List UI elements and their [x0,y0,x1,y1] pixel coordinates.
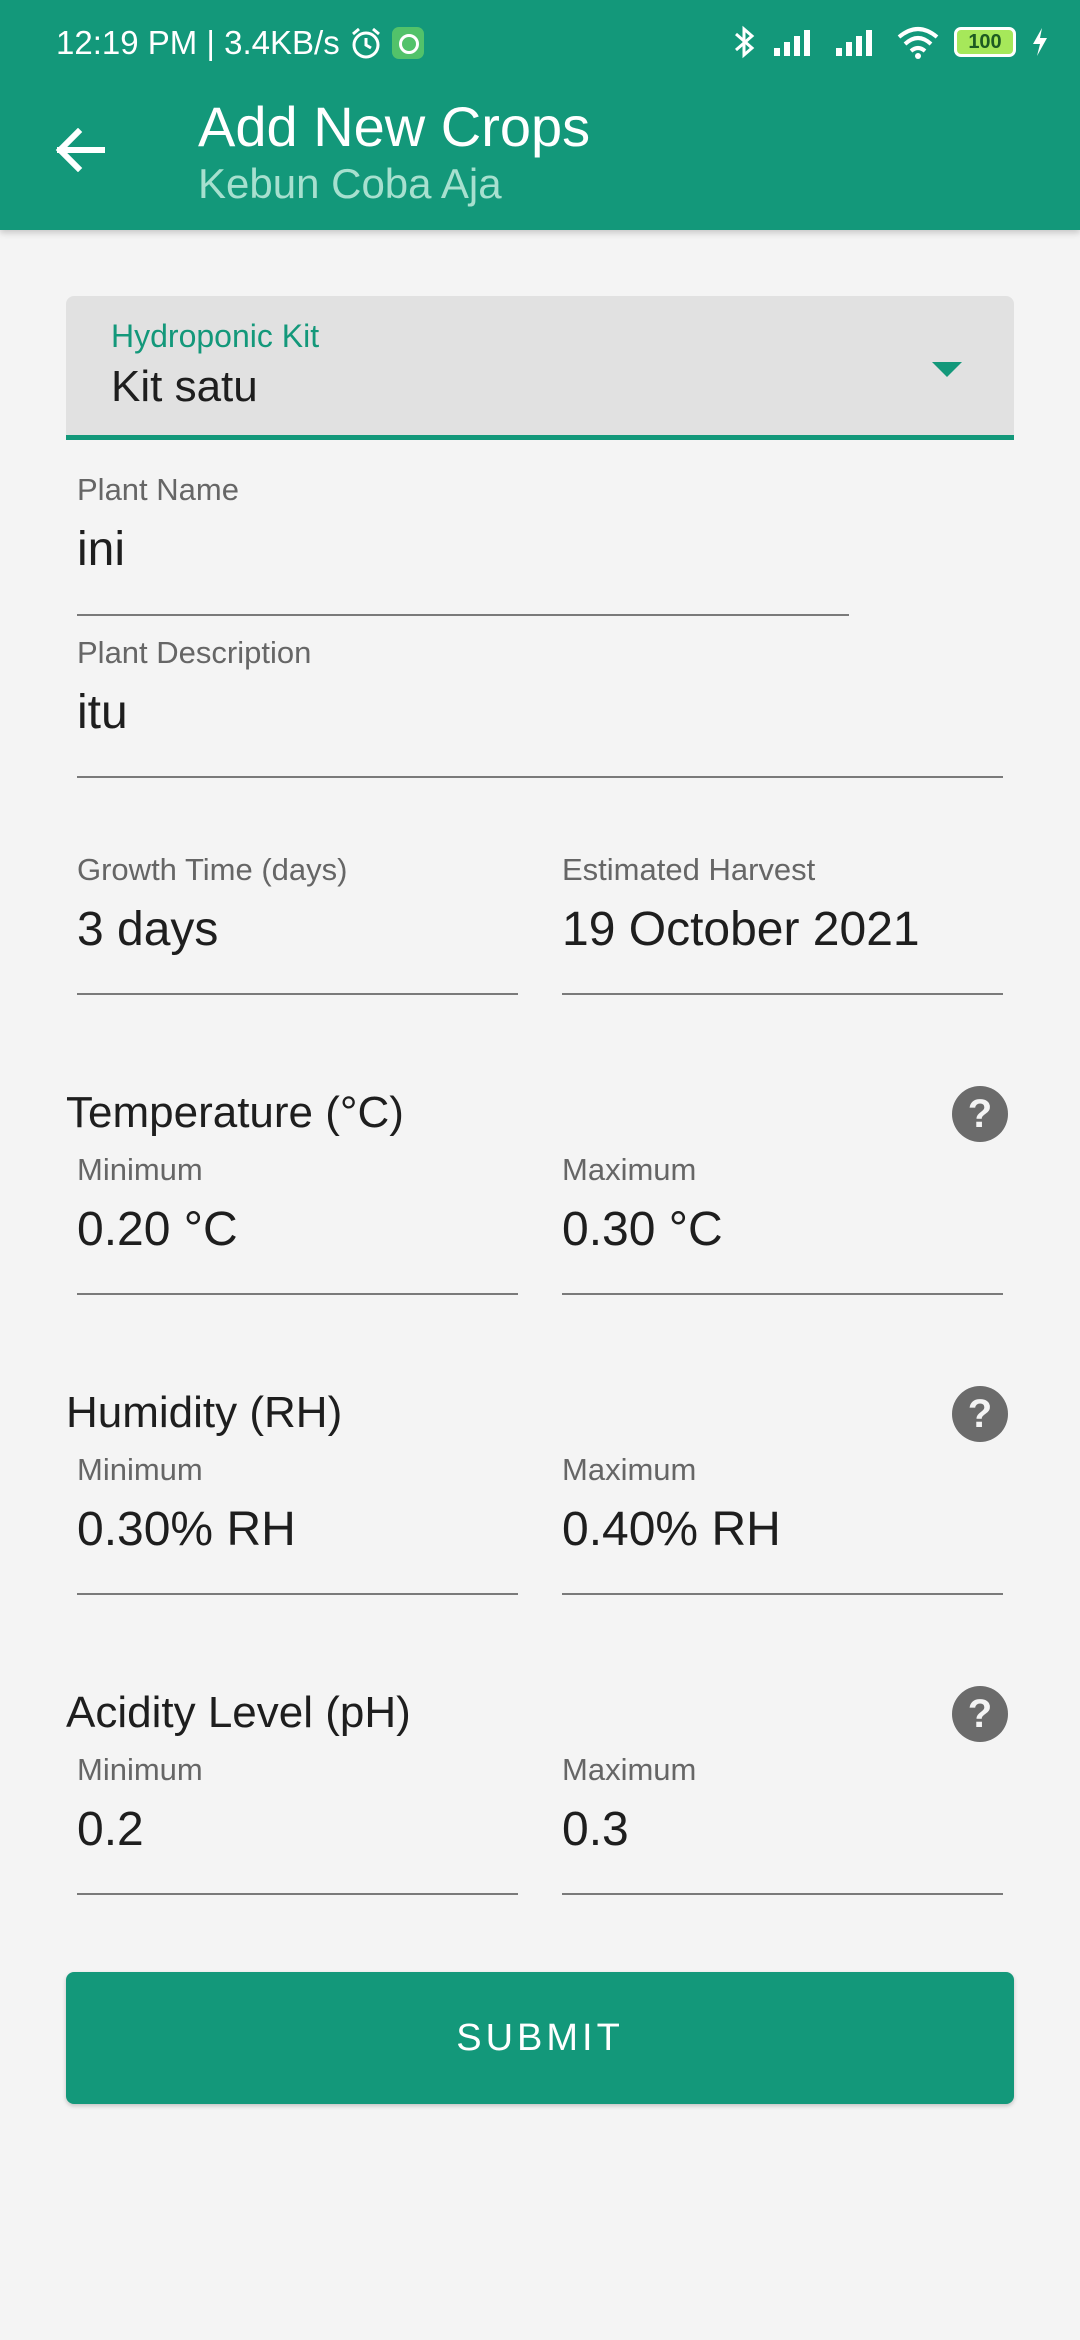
estimated-harvest-label: Estimated Harvest [562,852,816,887]
temperature-max-label: Maximum [562,1152,697,1187]
temperature-help-icon[interactable]: ? [952,1086,1008,1142]
humidity-min-underline [77,1593,518,1595]
plant-description-label: Plant Description [77,635,312,670]
back-button[interactable] [40,110,120,190]
hydroponic-kit-value: Kit satu [111,362,258,411]
charging-icon [1033,28,1047,56]
estimated-harvest-input[interactable]: 19 October 2021 [562,902,920,957]
whatsapp-icon [391,27,424,59]
temperature-title: Temperature (°C) [66,1088,404,1137]
arrow-left-icon [55,128,105,172]
humidity-title: Humidity (RH) [66,1388,343,1437]
estimated-harvest-field[interactable]: Estimated Harvest 19 October 2021 [562,852,1003,995]
temperature-min-input[interactable]: 0.20 °C [77,1202,238,1257]
acidity-max-input[interactable]: 0.3 [562,1802,629,1857]
acidity-max-label: Maximum [562,1752,697,1787]
acidity-max-field[interactable]: Maximum 0.3 [562,1752,1003,1895]
temperature-max-field[interactable]: Maximum 0.30 °C [562,1152,1003,1295]
temperature-min-field[interactable]: Minimum 0.20 °C [77,1152,518,1295]
status-time-speed: 12:19 PM | 3.4KB/s [56,24,340,61]
temperature-max-underline [562,1293,1003,1295]
humidity-help-icon[interactable]: ? [952,1386,1008,1442]
acidity-min-field[interactable]: Minimum 0.2 [77,1752,518,1895]
growth-time-label: Growth Time (days) [77,852,348,887]
bluetooth-icon [735,25,755,59]
status-bar: 12:19 PM | 3.4KB/s 100 [0,0,1080,92]
plant-name-label: Plant Name [77,472,239,507]
temperature-max-input[interactable]: 0.30 °C [562,1202,723,1257]
humidity-max-input[interactable]: 0.40% RH [562,1502,781,1557]
acidity-min-label: Minimum [77,1752,203,1787]
growth-time-field[interactable]: Growth Time (days) 3 days [77,852,518,995]
signal-icon [774,30,810,56]
plant-name-underline [77,614,849,616]
plant-description-underline [77,776,1003,778]
growth-time-underline [77,993,518,995]
temperature-min-underline [77,1293,518,1295]
acidity-title: Acidity Level (pH) [66,1688,411,1737]
humidity-max-label: Maximum [562,1452,697,1487]
humidity-max-underline [562,1593,1003,1595]
humidity-min-label: Minimum [77,1452,203,1487]
humidity-min-input[interactable]: 0.30% RH [77,1502,296,1557]
humidity-max-field[interactable]: Maximum 0.40% RH [562,1452,1003,1595]
plant-name-field[interactable]: Plant Name ini [77,472,849,616]
acidity-help-icon[interactable]: ? [952,1686,1008,1742]
submit-button[interactable]: SUBMIT [66,1972,1014,2104]
page-title: Add New Crops [198,95,591,158]
page-subtitle: Kebun Coba Aja [198,160,502,207]
app-bar: 12:19 PM | 3.4KB/s 100 Add New Crops Keb… [0,0,1080,230]
temperature-min-label: Minimum [77,1152,203,1187]
hydroponic-kit-dropdown[interactable]: Hydroponic Kit Kit satu [66,296,1014,440]
battery-icon: 100 [954,27,1016,57]
plant-description-field[interactable]: Plant Description itu [77,635,1003,778]
wifi-icon [897,27,939,59]
dropdown-arrow-icon [932,362,962,377]
plant-description-input[interactable]: itu [77,685,128,740]
growth-time-input[interactable]: 3 days [77,902,218,957]
hydroponic-kit-label: Hydroponic Kit [111,318,320,354]
acidity-max-underline [562,1893,1003,1895]
estimated-harvest-underline [562,993,1003,995]
acidity-min-underline [77,1893,518,1895]
alarm-icon [351,27,380,59]
acidity-min-input[interactable]: 0.2 [77,1802,144,1857]
plant-name-input[interactable]: ini [77,522,125,577]
signal-icon-2 [836,30,872,56]
humidity-min-field[interactable]: Minimum 0.30% RH [77,1452,518,1595]
